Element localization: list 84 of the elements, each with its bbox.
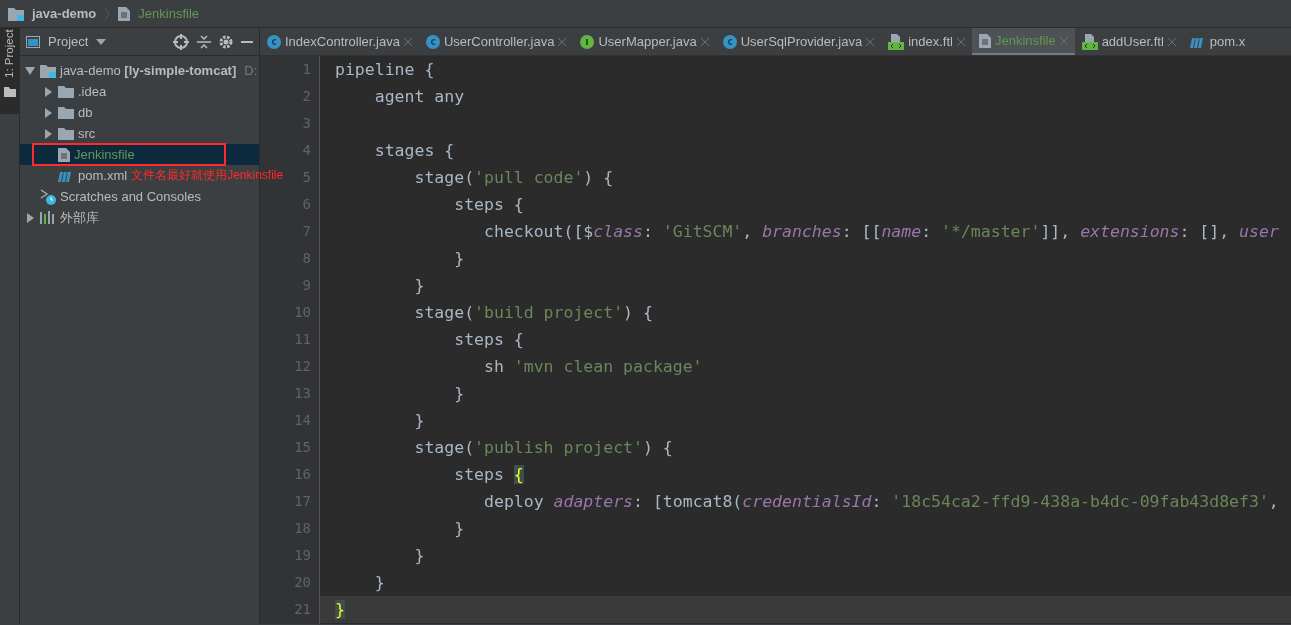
code-line: stages { [373, 140, 456, 162]
close-icon [700, 38, 709, 46]
code-line: agent any [373, 86, 466, 108]
module-icon [8, 6, 24, 21]
file-icon [118, 6, 131, 21]
folder-icon [58, 127, 74, 140]
tree-row[interactable]: db [20, 102, 93, 123]
code-line: } [453, 248, 466, 270]
tree-label: Scratches and Consoles [60, 187, 201, 206]
code-line: } [453, 518, 466, 540]
settings-icon [219, 34, 233, 49]
tool-tab-label: 1: Project [1, 29, 16, 79]
maven-icon [58, 169, 74, 182]
class-icon [267, 35, 281, 49]
file-icon [978, 33, 991, 48]
scratches-icon [40, 188, 56, 205]
view-selector[interactable]: Project [48, 31, 89, 52]
code-line: deploy adapters: [tomcat8(credentialsId: '18c54ca2-ffd9-438a-b4dc-09fab43d8ef3', [483, 491, 1280, 513]
tree-row[interactable]: java-demo [ly-simple-tomcat] D: [20, 60, 258, 81]
breadcrumb-item[interactable]: Jenkinsfile [138, 3, 199, 24]
editor-tab[interactable]: UserController.java [418, 28, 574, 55]
code-line: steps { [453, 329, 525, 351]
editor-tab[interactable]: index.ftl [881, 28, 972, 55]
close-icon [1167, 38, 1176, 46]
editor-tab[interactable]: UserSqlProvider.java [715, 28, 882, 55]
tree-label: java-demo [ly-simple-tomcat] [60, 61, 237, 80]
code-line: sh 'mvn clean package' [483, 356, 704, 378]
code-line: stage('pull code') { [413, 167, 615, 189]
tree-row[interactable]: Scratches and Consoles [20, 186, 201, 207]
template-file-icon [888, 34, 905, 50]
code-line: } [453, 383, 466, 405]
code-line: } [413, 275, 426, 297]
interface-icon [580, 35, 595, 49]
module-icon [40, 63, 56, 78]
tree-label: db [78, 103, 93, 122]
tree-label: .idea [78, 82, 107, 101]
code-line: steps { [453, 464, 525, 486]
crosshair-icon [173, 33, 189, 50]
tree-row[interactable]: 外部库 [20, 207, 99, 228]
close-icon [403, 38, 412, 46]
tree-row[interactable]: .idea [20, 81, 107, 102]
tree-row[interactable]: src [20, 123, 96, 144]
editor-tab[interactable]: UserMapper.java [573, 28, 716, 55]
tree-label: pom.xml [78, 166, 128, 185]
annotation-text: 文件名最好就使用Jenkinsfile [131, 167, 284, 184]
dropdown-caret-icon [96, 38, 107, 45]
tree-row[interactable]: Jenkinsfile [20, 144, 259, 165]
code-line: } [413, 545, 426, 567]
tree-label: 外部库 [60, 208, 99, 227]
editor-tab[interactable]: pom.x [1182, 28, 1253, 55]
close-icon [558, 38, 567, 46]
tree-label: Jenkinsfile [74, 145, 135, 164]
class-icon [425, 35, 440, 49]
code-line: checkout([$class: 'GitSCM', branches: [[name: '*/master']], extensions: [], user [483, 221, 1280, 243]
breadcrumb-item[interactable]: java-demo [32, 3, 97, 24]
code-line: } [373, 572, 386, 594]
close-icon [1059, 36, 1068, 45]
editor-tab[interactable]: addUser.ftl [1074, 28, 1183, 55]
file-icon [58, 147, 70, 162]
collapse-icon [197, 34, 211, 49]
collapsed-arrow-icon [42, 86, 54, 97]
code-line: stage('build project') { [413, 302, 654, 324]
close-icon [956, 38, 965, 46]
collapsed-arrow-icon [42, 107, 54, 118]
folder-icon [58, 106, 74, 119]
class-icon [722, 35, 737, 49]
editor-tab[interactable]: IndexController.java [260, 28, 419, 55]
maven-icon [1189, 36, 1206, 48]
window-icon [26, 35, 40, 48]
library-icon [40, 211, 56, 224]
folder-icon [58, 85, 74, 98]
collapsed-arrow-icon [24, 212, 36, 223]
folder-icon [3, 86, 16, 97]
tree-row[interactable]: pom.xml [20, 165, 128, 186]
path-hint: D: [244, 61, 258, 80]
tree-label: src [78, 124, 96, 143]
template-file-icon [1081, 34, 1098, 50]
expanded-arrow-icon [24, 65, 36, 76]
code-line: steps { [453, 194, 525, 216]
close-icon [866, 38, 875, 46]
code-line: pipeline { [334, 59, 436, 81]
code-line: } [413, 410, 426, 432]
collapsed-arrow-icon [42, 128, 54, 139]
code-line: stage('publish project') { [413, 437, 674, 459]
